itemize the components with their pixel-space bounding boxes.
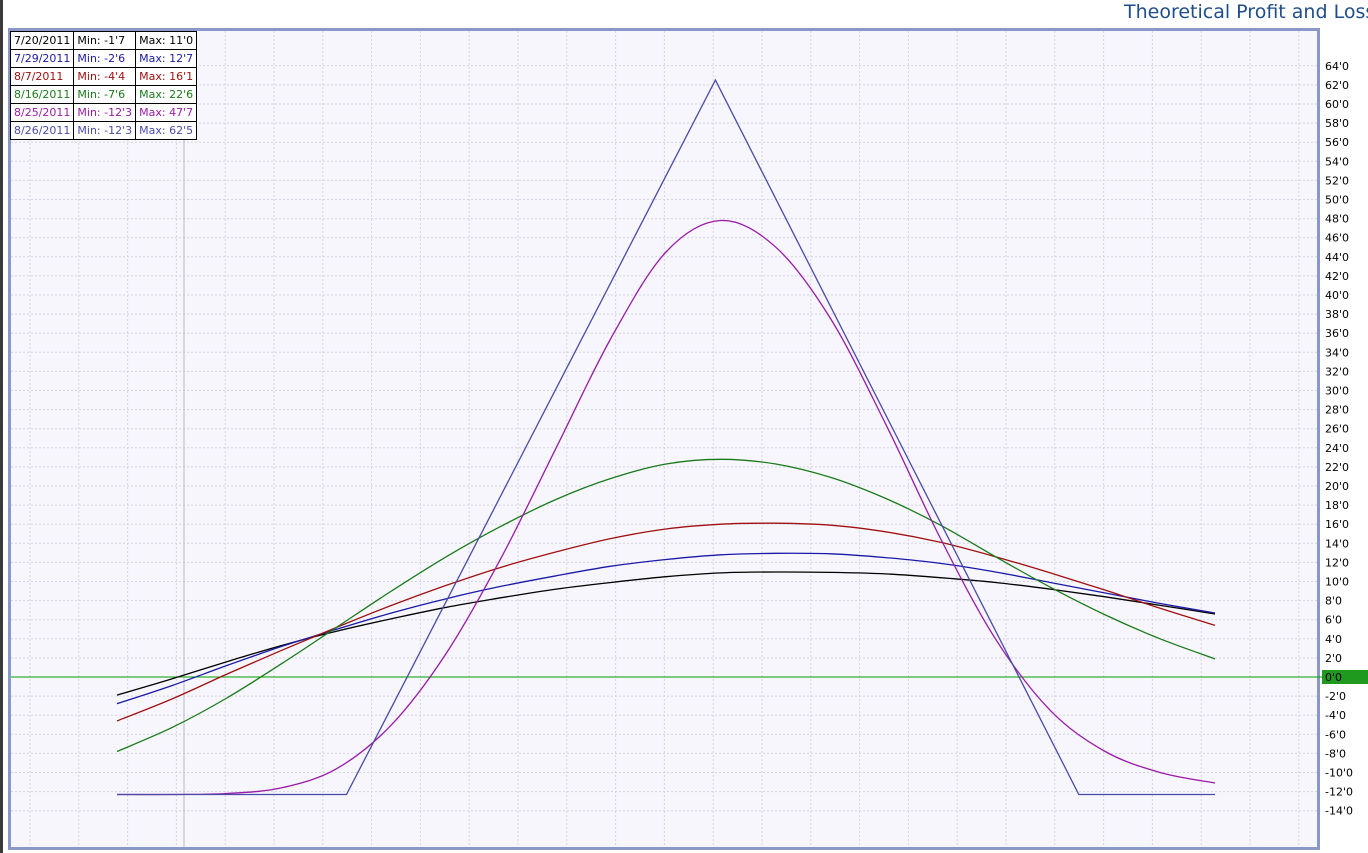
pnl-chart: 64'0 62'0 60'0 58'0 56'0 54'0 52'0 50'0 48'0 46'0… <box>11 31 1368 847</box>
legend-max: Max: 22'6 <box>135 85 198 104</box>
y-tick-label: 50'0 <box>1325 194 1349 207</box>
legend-min: Min: -12'3 <box>73 121 137 140</box>
y-tick-label: 10'0 <box>1325 576 1349 589</box>
legend-min: Min: -2'6 <box>73 49 137 68</box>
y-tick-label: 38'0 <box>1325 308 1349 321</box>
y-tick-label: 58'0 <box>1325 117 1349 130</box>
legend-row: 8/26/2011 Min: -12'3 Max: 62'5 <box>9 121 198 140</box>
y-tick-label: 54'0 <box>1325 155 1349 168</box>
legend-max: Max: 16'1 <box>135 67 198 86</box>
legend-max: Max: 11'0 <box>135 31 198 50</box>
legend-max: Max: 62'5 <box>135 121 198 140</box>
y-tick-label: 8'0 <box>1325 595 1342 608</box>
y-tick-label: -2'0 <box>1325 690 1346 703</box>
y-tick-label: 0'0 <box>1325 671 1342 684</box>
legend-row: 7/29/2011 Min: -2'6 Max: 12'7 <box>9 49 198 68</box>
legend-row: 8/7/2011 Min: -4'4 Max: 16'1 <box>9 67 198 86</box>
y-tick-label: 36'0 <box>1325 327 1349 340</box>
legend-date: 8/7/2011 <box>9 67 75 86</box>
legend-date: 7/20/2011 <box>9 31 75 50</box>
y-tick-label: 60'0 <box>1325 98 1349 111</box>
y-tick-label: -8'0 <box>1325 747 1346 760</box>
legend-max: Max: 12'7 <box>135 49 198 68</box>
grid-layer <box>11 31 1317 847</box>
y-tick-label: 4'0 <box>1325 633 1342 646</box>
y-tick-label: 20'0 <box>1325 480 1349 493</box>
legend: 7/20/2011 Min: -1'7 Max: 11'0 7/29/2011 Min:… <box>9 31 198 140</box>
legend-date: 7/29/2011 <box>9 49 75 68</box>
y-tick-label: 22'0 <box>1325 461 1349 474</box>
y-tick-label: 14'0 <box>1325 537 1349 550</box>
y-tick-label: 12'0 <box>1325 556 1349 569</box>
y-tick-label: 48'0 <box>1325 213 1349 226</box>
y-tick-label: -6'0 <box>1325 728 1346 741</box>
legend-min: Min: -7'6 <box>73 85 137 104</box>
y-tick-label: 46'0 <box>1325 232 1349 245</box>
legend-row: 7/20/2011 Min: -1'7 Max: 11'0 <box>9 31 198 50</box>
y-tick-label: 34'0 <box>1325 346 1349 359</box>
y-tick-label: 64'0 <box>1325 60 1349 73</box>
legend-min: Min: -12'3 <box>73 103 137 122</box>
y-tick-label: 62'0 <box>1325 79 1349 92</box>
legend-min: Min: -4'4 <box>73 67 137 86</box>
y-tick-label: 24'0 <box>1325 442 1349 455</box>
legend-min: Min: -1'7 <box>73 31 137 50</box>
y-tick-label: 44'0 <box>1325 251 1349 264</box>
legend-date: 8/26/2011 <box>9 121 75 140</box>
y-tick-label: 16'0 <box>1325 518 1349 531</box>
y-tick-label: -14'0 <box>1325 805 1353 818</box>
y-tick-label: 40'0 <box>1325 289 1349 302</box>
y-tick-label: 18'0 <box>1325 499 1349 512</box>
y-axis-ticks: 64'0 62'0 60'0 58'0 56'0 54'0 52'0 50'0 48'0 46'0… <box>1322 60 1368 818</box>
y-tick-label: -4'0 <box>1325 709 1346 722</box>
y-tick-label: -12'0 <box>1325 786 1353 799</box>
legend-row: 8/16/2011 Min: -7'6 Max: 22'6 <box>9 85 198 104</box>
y-tick-label: 42'0 <box>1325 270 1349 283</box>
y-tick-label: 56'0 <box>1325 136 1349 149</box>
y-tick-label: 32'0 <box>1325 365 1349 378</box>
legend-date: 8/16/2011 <box>9 85 75 104</box>
y-tick-label: 26'0 <box>1325 423 1349 436</box>
y-tick-label: 52'0 <box>1325 174 1349 187</box>
y-tick-label: 6'0 <box>1325 614 1342 627</box>
y-tick-label: -10'0 <box>1325 767 1353 780</box>
legend-row: 8/25/2011 Min: -12'3 Max: 47'7 <box>9 103 198 122</box>
y-tick-label: 28'0 <box>1325 404 1349 417</box>
y-tick-label: 2'0 <box>1325 652 1342 665</box>
legend-max: Max: 47'7 <box>135 103 198 122</box>
legend-date: 8/25/2011 <box>9 103 75 122</box>
y-tick-label: 30'0 <box>1325 385 1349 398</box>
